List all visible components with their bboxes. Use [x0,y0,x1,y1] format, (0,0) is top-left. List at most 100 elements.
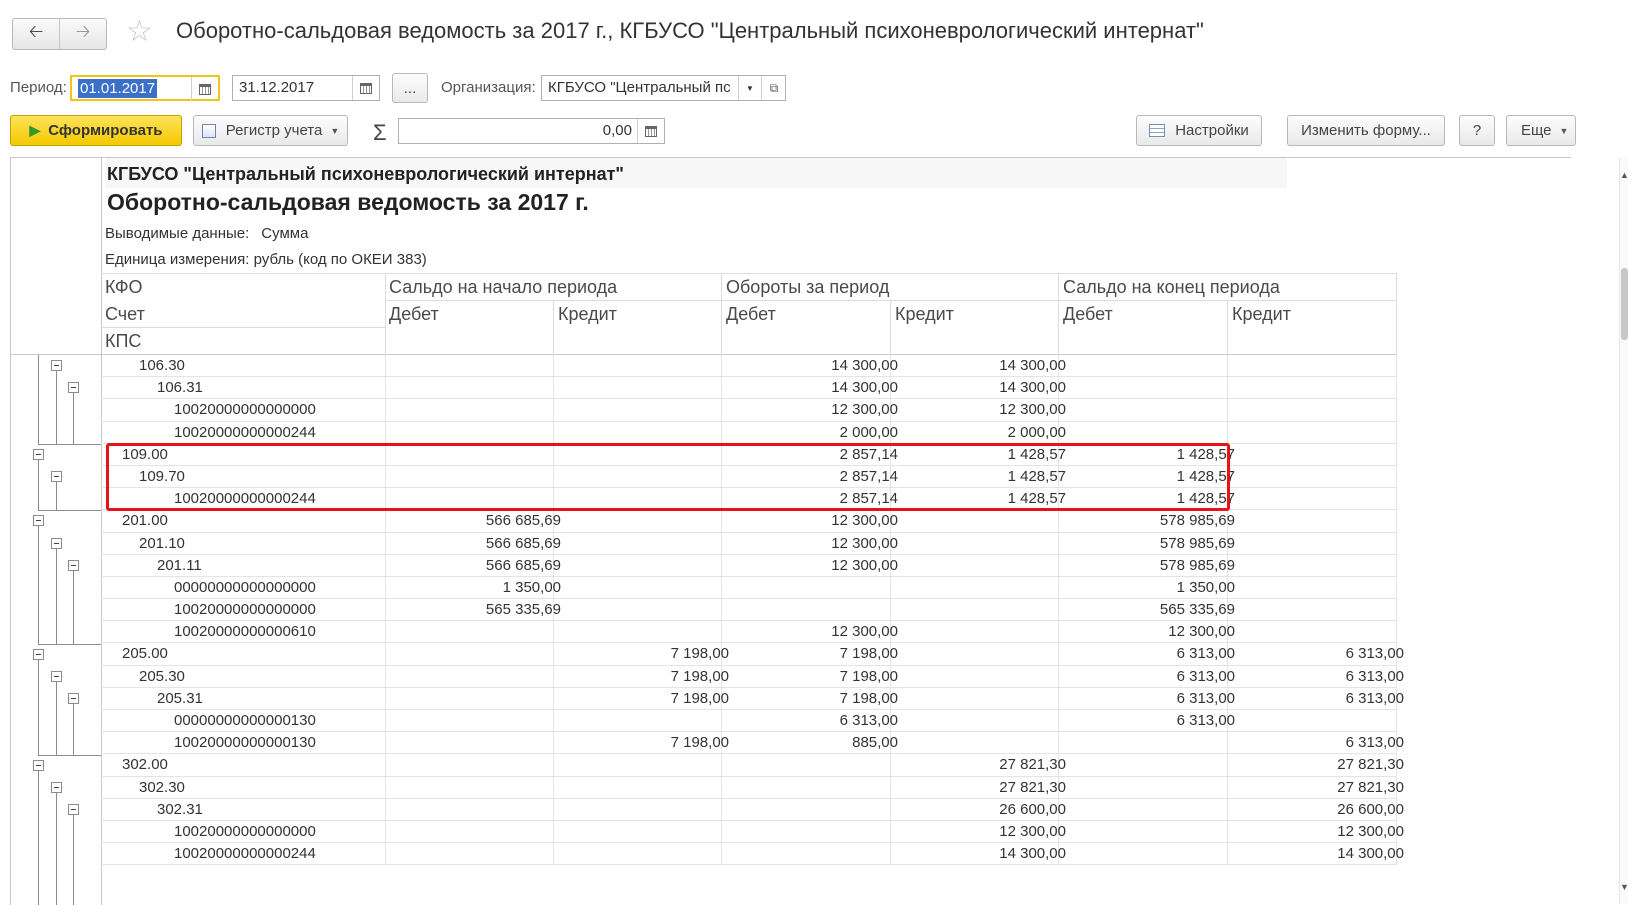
more-button[interactable]: Еще ▼ [1506,115,1576,146]
open-window-icon[interactable]: ⧉ [761,76,786,100]
report-area[interactable]: КГБУСО "Центральный психоневрологический… [10,157,1571,905]
favorite-star-icon[interactable]: ☆ [126,17,153,47]
generate-button[interactable]: ▶ Сформировать [10,115,182,146]
table-row[interactable]: 10020000000000130 7 198,00 885,00 6 313,00 [101,732,1404,755]
table-row[interactable]: 10020000000000244 2 000,00 2 000,00 [101,421,1397,444]
table-row[interactable]: 10020000000000000 12 300,00 12 300,00 [101,399,1397,422]
tree-line [38,770,39,905]
table-row[interactable]: 10020000000000000 565 335,69 565 335,69 [101,599,1397,622]
tree-line [56,681,57,755]
amount-cell: 12 300,00 [831,623,898,641]
collapse-icon[interactable] [51,781,62,793]
sigma-icon[interactable]: Σ [373,120,387,146]
collapse-icon[interactable] [51,537,62,549]
header-opening-credit: Кредит [558,304,617,324]
table-row[interactable]: 302.31 26 600,00 26 600,00 [101,798,1404,821]
collapse-icon[interactable] [68,693,79,704]
cell-divider [1396,488,1397,511]
cell-divider [553,820,554,843]
cell-divider [1396,710,1397,732]
cell-divider [1396,443,1397,466]
scroll-down-icon[interactable]: ▼ [1620,882,1628,892]
calendar-icon[interactable] [191,77,218,101]
collapse-icon[interactable] [68,559,79,571]
settings-button[interactable]: Настройки [1136,115,1262,146]
cell-divider [721,798,722,821]
table-row[interactable]: 10020000000000244 14 300,00 14 300,00 [101,843,1404,866]
calculator-icon[interactable] [637,119,664,143]
help-button[interactable]: ? [1459,115,1495,146]
amount-cell: 565 335,69 [485,601,561,619]
collapse-icon[interactable] [33,515,44,527]
back-arrow-icon[interactable]: 🡠 [13,19,59,49]
cell-divider [721,843,722,866]
table-row[interactable]: 205.31 7 198,00 7 198,00 6 313,00 6 313,00 [101,687,1404,710]
forward-arrow-icon[interactable]: 🡢 [59,19,106,49]
scrollbar-thumb[interactable] [1621,268,1628,340]
sum-field[interactable]: 0,00 [398,118,665,144]
amount-cell: 6 313,00 [1176,712,1235,729]
date-to-field[interactable]: 31.12.2017 [232,75,380,101]
collapse-icon[interactable] [51,670,62,682]
cell-divider [553,732,554,755]
cell-divider [1058,643,1059,666]
table-row[interactable]: 106.30 14 300,00 14 300,00 [101,355,1397,378]
cell-divider [1227,399,1228,422]
dropdown-arrow-icon[interactable]: ▼ [738,76,761,100]
collapse-icon[interactable] [68,804,79,815]
change-form-button[interactable]: Изменить форму... [1287,115,1445,146]
scroll-up-icon[interactable]: ▲ [1620,170,1628,180]
cell-divider [721,754,722,777]
cell-divider [1227,732,1228,755]
header-opening-debit: Дебет [389,304,439,324]
cell-divider [385,377,386,400]
table-row[interactable]: 205.30 7 198,00 7 198,00 6 313,00 6 313,00 [101,665,1404,688]
cell-divider [890,776,891,799]
collapse-icon[interactable] [68,382,79,394]
collapse-icon[interactable] [51,471,62,482]
header-closing-balance: Сальдо на конец периода [1063,277,1280,297]
account-cell: 10020000000000000 [174,401,316,419]
table-row[interactable]: 201.11 566 685,69 12 300,00 578 985,69 [101,554,1397,577]
table-row[interactable]: 302.00 27 821,30 27 821,30 [101,754,1404,777]
calendar-icon[interactable] [352,76,379,100]
cell-divider [721,510,722,533]
header-turnover-credit: Кредит [895,304,954,324]
table-row[interactable]: 00000000000000000 1 350,00 1 350,00 [101,576,1397,600]
cell-divider [1058,710,1059,732]
amount-cell: 578 985,69 [1159,512,1235,530]
cell-divider [553,710,554,732]
date-from-field[interactable]: 01.01.2017 [70,75,220,101]
cell-divider [1396,554,1397,577]
table-row[interactable]: 201.10 566 685,69 12 300,00 578 985,69 [101,532,1397,555]
collapse-icon[interactable] [33,448,44,460]
collapse-icon[interactable] [33,759,44,771]
tree-line [73,704,74,755]
cell-divider [1396,532,1397,555]
table-row[interactable]: 00000000000000130 6 313,00 6 313,00 [101,710,1397,733]
collapse-icon[interactable] [33,648,44,660]
cell-divider [1058,732,1059,755]
amount-cell: 6 313,00 [1176,689,1235,707]
amount-cell: 7 198,00 [839,667,898,685]
period-select-button[interactable]: ... [392,73,428,103]
organization-field[interactable]: КГБУСО "Центральный пс ▼ ⧉ [541,75,786,101]
cell-divider [385,798,386,821]
cell-divider [553,621,554,644]
table-row[interactable]: 106.31 14 300,00 14 300,00 [101,377,1397,400]
table-row[interactable]: 10020000000000610 12 300,00 12 300,00 [101,621,1397,644]
table-row[interactable]: 302.30 27 821,30 27 821,30 [101,776,1404,799]
amount-cell: 2 000,00 [839,423,898,441]
cell-divider [385,576,386,599]
register-button[interactable]: Регистр учета ▼ [193,115,348,146]
tree-line [73,643,101,645]
table-row[interactable]: 205.00 7 198,00 7 198,00 6 313,00 6 313,00 [101,643,1404,666]
table-row[interactable]: 201.00 566 685,69 12 300,00 578 985,69 [101,510,1397,533]
collapse-icon[interactable] [51,360,62,371]
cell-divider [1396,510,1397,533]
cell-divider [553,377,554,400]
account-cell: 302.00 [122,756,168,774]
amount-cell: 7 198,00 [670,645,729,663]
table-row[interactable]: 10020000000000000 12 300,00 12 300,00 [101,820,1404,844]
amount-cell: 27 821,30 [1337,778,1404,796]
